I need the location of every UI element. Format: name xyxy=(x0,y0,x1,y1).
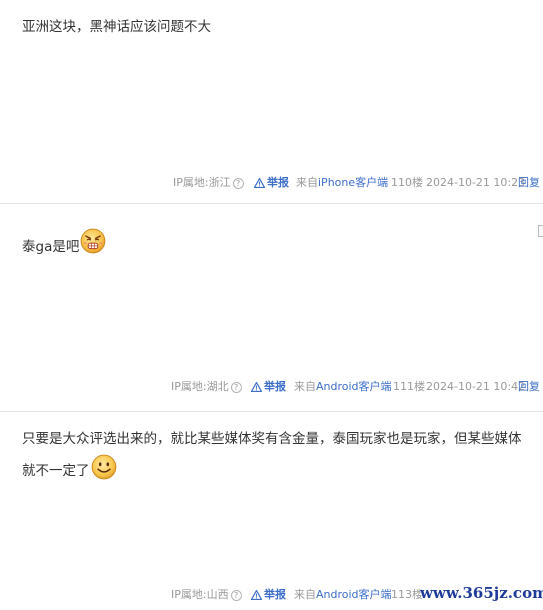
warning-icon xyxy=(251,382,262,392)
client-prefix: 来自 xyxy=(296,176,318,189)
smile-face-emoji-icon xyxy=(91,454,116,480)
warning-icon xyxy=(251,590,262,600)
post-content: 亚洲这块，黑神话应该问题不大 xyxy=(22,19,211,35)
floor-number: 111楼 xyxy=(393,380,425,393)
report-label: 举报 xyxy=(264,588,286,601)
angry-face-emoji-icon xyxy=(80,228,106,254)
post-time: 2024-10-21 10:23 xyxy=(426,176,526,189)
post-content: 泰ga是吧 xyxy=(22,228,537,262)
post-110: 亚洲这块，黑神话应该问题不大 IP属地:浙江? 举报 来自iPhone客户端 1… xyxy=(0,0,543,203)
floor-number: 110楼 xyxy=(391,176,423,189)
reply-button[interactable]: 回复 xyxy=(518,175,540,191)
post-111: 泰ga是吧 IP属地:湖北? 举报 来自Android客户端 111楼 2024… xyxy=(0,204,543,411)
post-content-text: 泰ga是吧 xyxy=(22,239,80,255)
client-link[interactable]: Android客户端 xyxy=(316,380,392,393)
report-button[interactable]: 举报 xyxy=(251,587,286,603)
ip-location: IP属地:山西 xyxy=(171,588,229,601)
report-button[interactable]: 举报 xyxy=(251,379,286,395)
post-tail: IP属地:湖北? 举报 来自Android客户端 111楼 2024-10-21… xyxy=(0,379,543,395)
report-label: 举报 xyxy=(264,380,286,393)
warning-icon xyxy=(254,178,265,188)
report-label: 举报 xyxy=(267,176,289,189)
post-content: 只要是大众评选出来的，就比某些媒体奖有含金量，泰国玩家也是玩家，但某些媒体就不一… xyxy=(22,424,532,486)
site-watermark: www.365jz.com xyxy=(420,584,543,602)
client-prefix: 来自 xyxy=(294,588,316,601)
client-link[interactable]: Android客户端 xyxy=(316,588,392,601)
post-time: 2024-10-21 10:42 xyxy=(426,380,526,393)
help-icon[interactable]: ? xyxy=(230,382,242,393)
ip-location: IP属地:湖北 xyxy=(171,380,229,393)
post-113: 只要是大众评选出来的，就比某些媒体奖有含金量，泰国玩家也是玩家，但某些媒体就不一… xyxy=(0,412,543,610)
help-icon[interactable]: ? xyxy=(232,178,244,189)
post-tail: IP属地:浙江? 举报 来自iPhone客户端 110楼 2024-10-21 … xyxy=(0,175,543,191)
report-button[interactable]: 举报 xyxy=(254,175,289,191)
ip-location: IP属地:浙江 xyxy=(173,176,231,189)
client-prefix: 来自 xyxy=(294,380,316,393)
reply-button[interactable]: 回复 xyxy=(518,379,540,395)
floor-number: 113楼 xyxy=(391,588,423,601)
client-link[interactable]: iPhone客户端 xyxy=(318,176,388,189)
help-icon[interactable]: ? xyxy=(230,590,242,601)
